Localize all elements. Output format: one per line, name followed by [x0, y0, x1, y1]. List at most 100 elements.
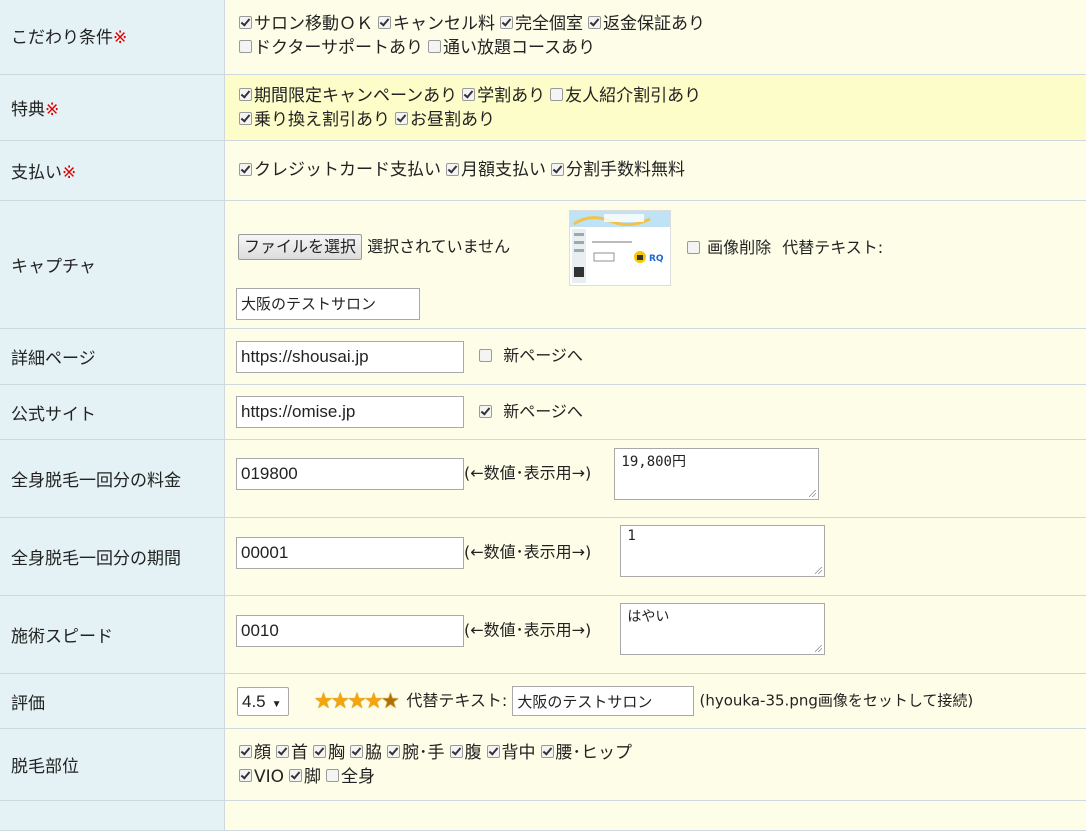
option-label: 腕･手: [402, 743, 445, 763]
chevron-down-icon: ▼: [272, 699, 282, 710]
option-switch-discount[interactable]: 乗り換え割引あり: [237, 109, 390, 132]
option-label: 学割あり: [477, 86, 545, 106]
option-back[interactable]: 背中: [485, 742, 536, 765]
label-text: 支払い: [11, 163, 62, 183]
checkbox[interactable]: [541, 745, 554, 758]
label-text: キャプチャ: [11, 257, 96, 277]
checkbox[interactable]: [239, 163, 252, 176]
checkbox[interactable]: [450, 745, 463, 758]
row-detail: 詳細ページ https://shousai.jp 新ページへ: [0, 329, 1086, 385]
checkbox[interactable]: [550, 88, 563, 101]
row-speed: 施術スピード 0010(←数値･表示用→) はやい: [0, 596, 1086, 674]
option-legs[interactable]: 脚: [287, 766, 321, 789]
price-input[interactable]: 019800: [236, 458, 464, 490]
option-campaign[interactable]: 期間限定キャンペーンあり: [237, 85, 457, 108]
file-picker: ファイルを選択 選択されていません: [238, 233, 510, 261]
label-text: 全身脱毛一回分の期間: [11, 549, 181, 569]
option-student[interactable]: 学割あり: [460, 85, 545, 108]
option-chest[interactable]: 胸: [311, 742, 345, 765]
rating-alt-input[interactable]: 大阪のテストサロン: [512, 686, 694, 716]
checkbox[interactable]: [446, 163, 459, 176]
checkbox[interactable]: [350, 745, 363, 758]
rating-alt-label: 代替テキスト:: [406, 691, 507, 710]
checkbox[interactable]: [588, 16, 601, 29]
detail-newpage-checkbox[interactable]: [479, 349, 492, 362]
row-value: ファイルを選択 選択されていません: [225, 201, 1086, 329]
option-neck[interactable]: 首: [274, 742, 308, 765]
checkbox[interactable]: [239, 16, 252, 29]
checkbox[interactable]: [395, 112, 408, 125]
speed-display-textarea[interactable]: はやい: [620, 603, 825, 655]
checkbox-line: サロン移動ＯＫ キャンセル料完全個室返金保証あり: [237, 12, 1086, 36]
choose-file-button[interactable]: ファイルを選択: [238, 234, 362, 260]
svg-text:RQ: RQ: [649, 254, 664, 264]
option-lunch-discount[interactable]: お昼割あり: [393, 109, 495, 132]
option-label: キャンセル料: [393, 14, 495, 34]
checkbox[interactable]: [313, 745, 326, 758]
official-newpage-checkbox[interactable]: [479, 405, 492, 418]
rating-select-value: 4.5: [242, 692, 266, 711]
option-label: 腹: [465, 743, 482, 763]
checkbox[interactable]: [378, 16, 391, 29]
checkbox[interactable]: [239, 88, 252, 101]
row-label: こだわり条件※: [0, 0, 225, 75]
option-cancel-fee[interactable]: キャンセル料: [376, 13, 495, 36]
option-label: 友人紹介割引あり: [565, 86, 701, 106]
option-installment[interactable]: 分割手数料無料: [549, 159, 685, 182]
option-label: 背中: [502, 743, 536, 763]
speed-input[interactable]: 0010: [236, 615, 464, 647]
row-value: 期間限定キャンペーンあり学割あり友人紹介割引あり 乗り換え割引ありお昼割あり: [225, 75, 1086, 141]
option-armpit[interactable]: 脇: [348, 742, 382, 765]
checkbox[interactable]: [326, 769, 339, 782]
option-doctor-support[interactable]: ドクターサポートあり: [237, 37, 423, 60]
option-label: 月額支払い: [461, 160, 546, 180]
option-label: 完全個室: [515, 14, 583, 34]
checkbox[interactable]: [551, 163, 564, 176]
option-refund[interactable]: 返金保証あり: [586, 13, 705, 36]
checkbox[interactable]: [239, 745, 252, 758]
detail-url-input[interactable]: https://shousai.jp: [236, 341, 464, 373]
row-label: 全身脱毛一回分の期間: [0, 518, 225, 596]
option-credit-card[interactable]: クレジットカード支払い: [237, 159, 441, 182]
option-arm-hand[interactable]: 腕･手: [385, 742, 445, 765]
official-url-input[interactable]: https://omise.jp: [236, 396, 464, 428]
label-text: 評価: [11, 694, 45, 714]
price-display-textarea[interactable]: 19,800円: [614, 448, 819, 500]
option-salon-move[interactable]: サロン移動ＯＫ: [237, 13, 373, 36]
checkbox[interactable]: [428, 40, 441, 53]
row-rating: 評価 4.5▼ ★★★★★ 代替テキスト: 大阪のテストサロン (hyouka-…: [0, 674, 1086, 729]
option-private-room[interactable]: 完全個室: [498, 13, 583, 36]
option-label: 通い放題コースあり: [443, 38, 595, 58]
option-referral[interactable]: 友人紹介割引あり: [548, 85, 701, 108]
option-full-body[interactable]: 全身: [324, 766, 375, 789]
delete-image-checkbox[interactable]: [687, 241, 700, 254]
option-monthly[interactable]: 月額支払い: [444, 159, 546, 182]
checkbox[interactable]: [462, 88, 475, 101]
checkbox[interactable]: [239, 769, 252, 782]
option-vio[interactable]: VIO: [237, 766, 284, 789]
option-hip[interactable]: 腰･ヒップ: [539, 742, 633, 765]
checkbox[interactable]: [239, 112, 252, 125]
rating-select[interactable]: 4.5 ▼: [237, 687, 289, 716]
checkbox[interactable]: [239, 40, 252, 53]
required-mark: ※: [45, 100, 59, 120]
option-label: 顔: [254, 743, 271, 763]
option-belly[interactable]: 腹: [448, 742, 482, 765]
checkbox[interactable]: [487, 745, 500, 758]
checkbox[interactable]: [500, 16, 513, 29]
checkbox[interactable]: [289, 769, 302, 782]
row-official: 公式サイト https://omise.jp 新ページへ: [0, 385, 1086, 440]
option-unlimited[interactable]: 通い放題コースあり: [426, 37, 595, 60]
capture-alt-input[interactable]: 大阪のテストサロン: [236, 288, 420, 320]
option-face[interactable]: 顔: [237, 742, 271, 765]
row-label: 全身脱毛一回分の料金: [0, 440, 225, 518]
period-display-textarea[interactable]: 1: [620, 525, 825, 577]
option-label: 乗り換え割引あり: [254, 110, 390, 130]
period-input[interactable]: 00001: [236, 537, 464, 569]
checkbox[interactable]: [276, 745, 289, 758]
row-label: 特典※: [0, 75, 225, 141]
row-value: サロン移動ＯＫ キャンセル料完全個室返金保証あり ドクターサポートあり通い放題コー…: [225, 0, 1086, 75]
label-text: 全身脱毛一回分の料金: [11, 471, 181, 491]
checkbox[interactable]: [387, 745, 400, 758]
detail-newpage-label: 新ページへ: [503, 346, 583, 365]
